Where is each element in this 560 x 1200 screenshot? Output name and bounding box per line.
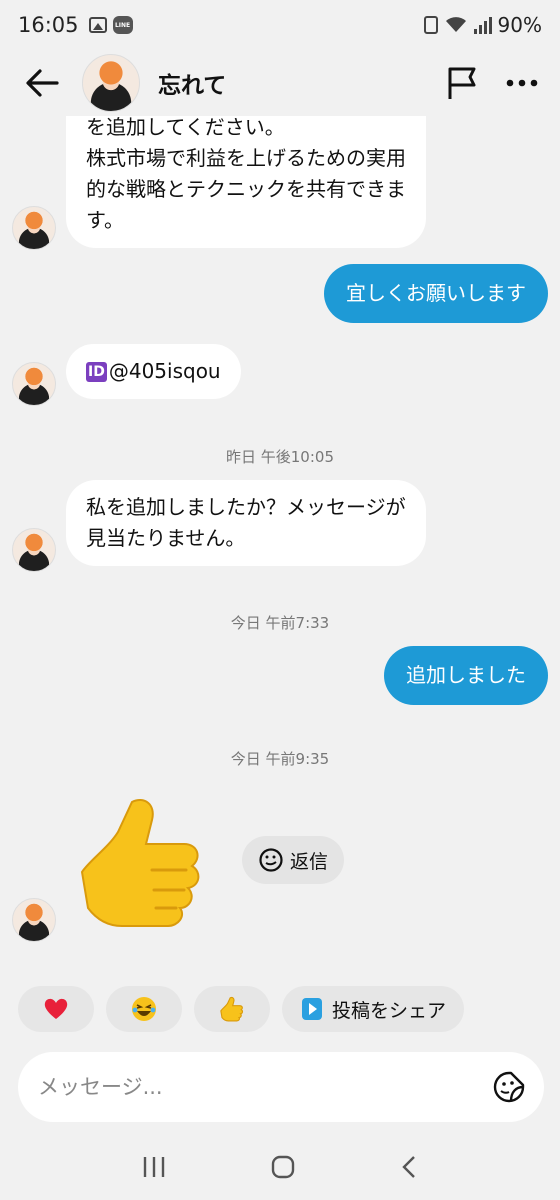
message-text: @405isqou bbox=[108, 359, 221, 383]
message-composer bbox=[18, 1052, 544, 1122]
share-post-button[interactable]: 投稿をシェア bbox=[282, 986, 465, 1032]
message-input[interactable] bbox=[38, 1075, 492, 1099]
status-time: 16:05 bbox=[18, 13, 79, 37]
reply-button[interactable]: 返信 bbox=[242, 836, 345, 884]
home-icon[interactable] bbox=[270, 1154, 296, 1180]
timestamp: 今日 午前7:33 bbox=[230, 614, 330, 632]
message-line: 的な戦略とテクニックを共有できま bbox=[86, 177, 406, 201]
id-badge: ID bbox=[86, 362, 107, 382]
line-app-icon: LINE bbox=[112, 16, 133, 34]
message-line: す。 bbox=[86, 208, 124, 232]
incoming-message[interactable]: ID @405isqou bbox=[66, 344, 241, 399]
sender-avatar[interactable] bbox=[12, 528, 56, 572]
incoming-message[interactable]: を追加してください。 株式市場で利益を上げるための実用 的な戦略とテクニックを共… bbox=[66, 116, 426, 248]
outgoing-message[interactable]: 宜しくお願いします bbox=[324, 264, 548, 323]
laughing-face-icon bbox=[132, 997, 156, 1021]
sim-icon bbox=[423, 16, 438, 34]
message-line: を追加してください。 bbox=[86, 116, 285, 139]
contact-name[interactable]: 忘れて bbox=[158, 66, 226, 100]
signal-icon bbox=[473, 16, 492, 34]
heart-icon bbox=[44, 998, 68, 1019]
message-list[interactable]: を追加してください。 株式市場で利益を上げるための実用 的な戦略とテクニックを共… bbox=[0, 116, 560, 972]
emoji-reply-icon bbox=[259, 848, 283, 872]
recent-apps-icon[interactable] bbox=[141, 1155, 167, 1179]
battery-level: 90% bbox=[497, 13, 542, 37]
quick-reaction-thumbs-up[interactable] bbox=[194, 986, 270, 1032]
quick-reaction-heart[interactable] bbox=[18, 986, 94, 1032]
share-post-label: 投稿をシェア bbox=[332, 999, 447, 1022]
quick-replies: 投稿をシェア bbox=[18, 986, 465, 1032]
status-bar: 16:05 LINE 90% bbox=[0, 0, 560, 50]
timestamp: 昨日 午後10:05 bbox=[226, 448, 334, 466]
play-icon bbox=[302, 998, 322, 1020]
message-line: 見当たりません。 bbox=[86, 526, 246, 550]
back-arrow-icon[interactable] bbox=[22, 63, 62, 103]
thumbs-up-small-icon bbox=[220, 996, 244, 1022]
wifi-icon bbox=[445, 17, 466, 32]
sender-avatar[interactable] bbox=[12, 898, 56, 942]
incoming-message[interactable]: 私を追加しましたか？メッセージが 見当たりません。 bbox=[66, 480, 426, 566]
message-line: 株式市場で利益を上げるための実用 bbox=[86, 146, 406, 170]
more-options-icon[interactable] bbox=[506, 78, 538, 88]
sender-avatar[interactable] bbox=[12, 206, 56, 250]
contact-avatar[interactable] bbox=[82, 54, 140, 112]
back-nav-icon[interactable] bbox=[399, 1154, 419, 1180]
flag-icon[interactable] bbox=[446, 65, 478, 101]
sticker-icon[interactable] bbox=[492, 1070, 526, 1104]
sender-avatar[interactable] bbox=[12, 362, 56, 406]
outgoing-message[interactable]: 追加しました bbox=[384, 646, 548, 705]
chat-header: 忘れて bbox=[0, 50, 560, 116]
reply-label: 返信 bbox=[290, 850, 329, 873]
system-navigation-bar bbox=[0, 1134, 560, 1200]
timestamp: 今日 午前9:35 bbox=[230, 750, 330, 768]
gallery-icon bbox=[88, 17, 107, 33]
message-line: 私を追加しましたか？メッセージが bbox=[86, 495, 406, 519]
thumbs-up-icon[interactable] bbox=[72, 792, 212, 932]
quick-reaction-laugh[interactable] bbox=[106, 986, 182, 1032]
